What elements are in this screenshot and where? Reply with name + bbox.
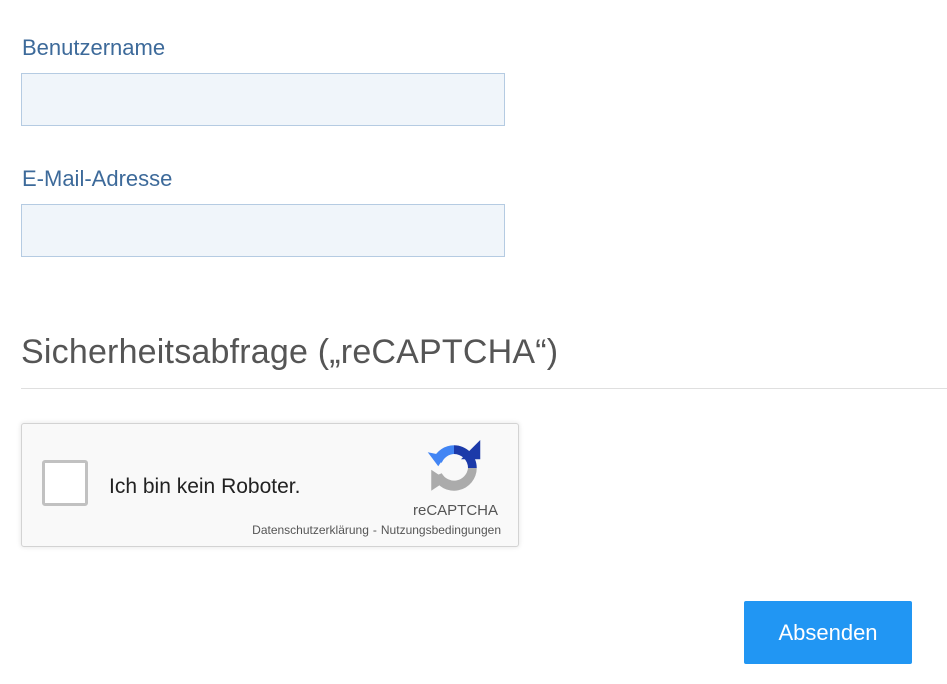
username-label: Benutzername xyxy=(22,35,166,60)
recaptcha-logo-icon xyxy=(427,440,481,491)
username-input[interactable] xyxy=(21,73,505,126)
email-input[interactable] xyxy=(21,204,505,257)
email-label: E-Mail-Adresse xyxy=(22,166,173,191)
recaptcha-links: Datenschutzerklärung - Nutzungsbedingungen xyxy=(252,523,501,537)
recaptcha-checkbox-label: Ich bin kein Roboter. xyxy=(109,475,301,498)
privacy-link[interactable]: Datenschutzerklärung xyxy=(252,523,369,537)
security-section-title: Sicherheitsabfrage („reCAPTCHA“) xyxy=(21,333,559,371)
submit-button[interactable]: Absenden xyxy=(744,601,912,664)
links-separator: - xyxy=(372,523,377,537)
recaptcha-widget: Ich bin kein Roboter. reCAPTCHA Datensch… xyxy=(21,423,519,547)
recaptcha-brand-text: reCAPTCHA xyxy=(412,502,498,519)
recaptcha-checkbox[interactable] xyxy=(42,460,88,506)
terms-link[interactable]: Nutzungsbedingungen xyxy=(381,523,501,537)
section-divider xyxy=(21,388,947,389)
